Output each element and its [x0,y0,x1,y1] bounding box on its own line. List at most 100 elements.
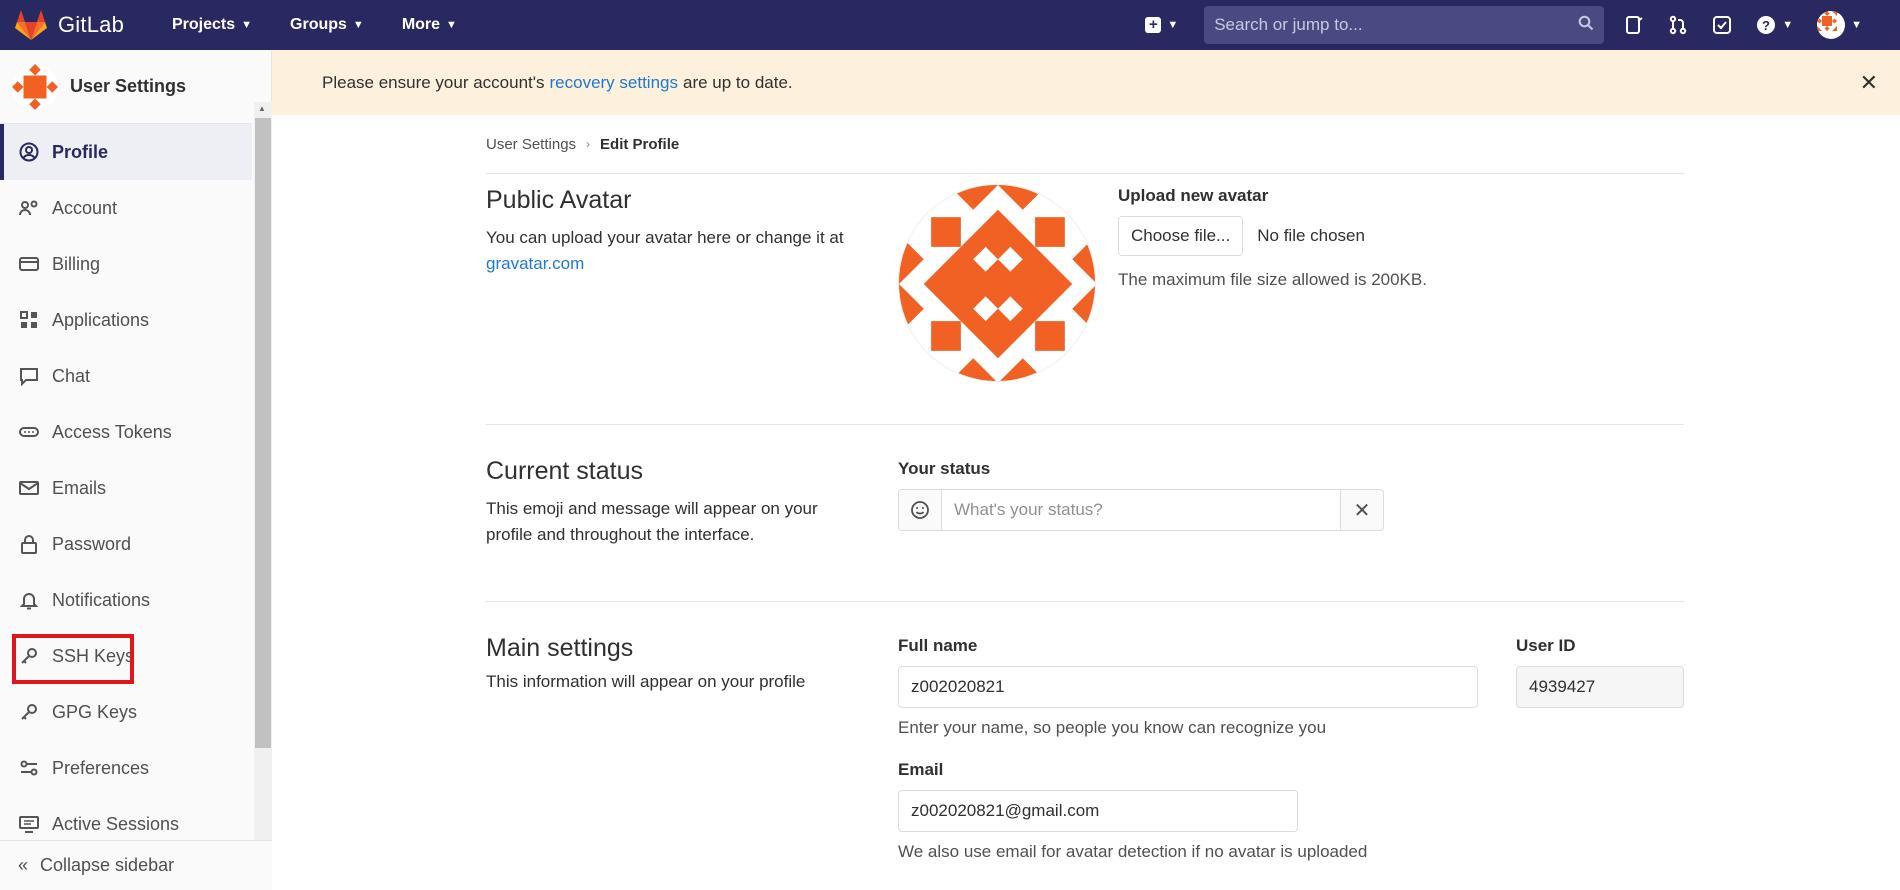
issues-button[interactable] [1624,15,1644,35]
recovery-alert: Please ensure your account's recovery se… [272,50,1900,115]
sidebar-item-notifications[interactable]: Notifications [0,572,252,628]
avatar-size-help: The maximum file size allowed is 200KB. [1118,270,1427,289]
nav-groups[interactable]: Groups ▼ [290,16,364,34]
status-section-desc: This emoji and message will appear on yo… [486,499,818,544]
main-settings-desc: This information will appear on your pro… [486,672,806,691]
choose-file-button[interactable]: Choose file... [1118,216,1244,256]
smiley-icon [911,501,929,519]
brand-name: GitLab [58,12,125,37]
sidebar-scroll-thumb[interactable] [255,118,271,748]
full-name-input[interactable] [898,666,1478,708]
email-label: Email [898,760,944,779]
sidebar-title: User Settings [70,76,187,96]
merge-request-icon [1670,15,1687,35]
avatar-preview-wrap [898,184,1096,424]
user-circle-icon [18,141,40,163]
your-status-label: Your status [898,459,991,478]
main-settings-section: Main settings This information will appe… [486,602,1684,890]
mail-icon [18,477,40,499]
close-icon[interactable]: ✕ [1860,70,1878,96]
search-box[interactable] [1204,6,1605,44]
sidebar-item-label: Account [52,197,118,218]
chevron-down-icon: ▼ [1851,19,1862,31]
name-email-group: Full name Enter your name, so people you… [898,602,1480,890]
avatar-section-title: Public Avatar [486,186,632,214]
sidebar-item-emails[interactable]: Emails [0,460,252,516]
sidebar-header[interactable]: User Settings [0,50,252,124]
chevron-right-icon: › [586,137,591,151]
key-icon [18,645,40,667]
sidebar-item-access-tokens[interactable]: Access Tokens [0,404,252,460]
status-section: Current status This emoji and message wi… [486,425,1684,602]
new-dropdown-button[interactable]: + ▼ [1145,17,1178,33]
status-message-input[interactable] [942,489,1340,531]
credit-card-icon [18,253,40,275]
sidebar-item-label: Chat [52,365,91,386]
preferences-icon [18,757,40,779]
user-menu-button[interactable]: ▼ [1817,11,1862,39]
sidebar-item-billing[interactable]: Billing [0,236,252,292]
avatar-section-desc: You can upload your avatar here or chang… [486,225,898,277]
chevron-down-icon: ▼ [1167,19,1179,31]
nav-more[interactable]: More ▼ [402,16,457,34]
status-section-title: Current status [486,457,644,485]
full-name-label: Full name [898,636,978,655]
sidebar-item-applications[interactable]: Applications [0,292,252,348]
double-chevron-left-icon: « [18,855,29,875]
breadcrumb: User Settings › Edit Profile [486,115,1684,174]
sidebar-item-account[interactable]: Account [0,180,252,236]
token-icon [18,421,40,443]
todo-check-icon [1713,16,1732,34]
user-avatar [1817,11,1846,39]
help-button[interactable]: ? ▼ [1756,15,1793,35]
sidebar-item-label: Emails [52,477,107,498]
sidebar-item-ssh-keys[interactable]: SSH Keys [0,628,252,684]
top-navbar: GitLab Projects ▼ Groups ▼ More ▼ + ▼ Se… [0,0,1900,50]
chevron-down-icon: ▼ [352,19,364,31]
emoji-picker-button[interactable] [898,489,942,531]
sidebar-item-label: Preferences [52,757,150,778]
breadcrumb-parent[interactable]: User Settings [486,136,576,153]
sidebar-item-label: GPG Keys [52,701,138,722]
sidebar-item-label: Active Sessions [52,813,180,834]
avatar-section: Public Avatar You can upload your avatar… [486,174,1684,425]
main-content: Please ensure your account's recovery se… [272,50,1900,890]
sidebar-item-preferences[interactable]: Preferences [0,740,252,796]
sidebar-avatar [12,63,58,110]
sidebar-item-label: Access Tokens [52,421,172,442]
full-name-help: Enter your name, so people you know can … [898,718,1327,737]
collapse-sidebar-button[interactable]: « Collapse sidebar [0,840,272,890]
chevron-down-icon: ▼ [446,19,457,31]
merge-requests-button[interactable] [1668,15,1688,35]
sidebar-item-label: Password [52,533,132,554]
recovery-settings-link[interactable]: recovery settings [550,73,679,93]
svg-text:?: ? [1762,18,1770,33]
sidebar-item-chat[interactable]: Chat [0,348,252,404]
avatar-preview [898,184,1096,382]
gitlab-logo[interactable]: GitLab [14,9,134,41]
status-input-group: ✕ [898,489,1384,531]
sidebar-item-profile[interactable]: Profile [0,124,252,180]
nav-projects[interactable]: Projects ▼ [172,16,252,34]
bell-icon [18,589,40,611]
sidebar-scrollbar[interactable]: ▲ [254,102,272,890]
gravatar-link[interactable]: gravatar.com [486,254,584,273]
issues-icon [1626,16,1643,34]
sidebar-item-gpg-keys[interactable]: GPG Keys [0,684,252,740]
sidebar-item-password[interactable]: Password [0,516,252,572]
clear-status-button[interactable]: ✕ [1340,489,1384,531]
scroll-up-arrow-icon[interactable]: ▲ [258,104,266,113]
sidebar-item-label: Notifications [52,589,151,610]
sidebar-item-label: Billing [52,253,101,274]
search-input[interactable] [1214,15,1579,35]
alert-text: Please ensure your account's [322,72,545,92]
collapse-sidebar-label: Collapse sidebar [40,855,175,875]
chevron-down-icon: ▼ [1782,19,1794,31]
monitor-icon [18,813,40,835]
lock-icon [18,533,40,555]
todos-button[interactable] [1712,15,1732,35]
email-input[interactable] [898,790,1298,832]
email-help: We also use email for avatar detection i… [898,842,1368,861]
alert-text-suffix: are up to date. [683,72,793,92]
sidebar-nav: Profile Account Billing Applications Cha… [0,124,252,852]
